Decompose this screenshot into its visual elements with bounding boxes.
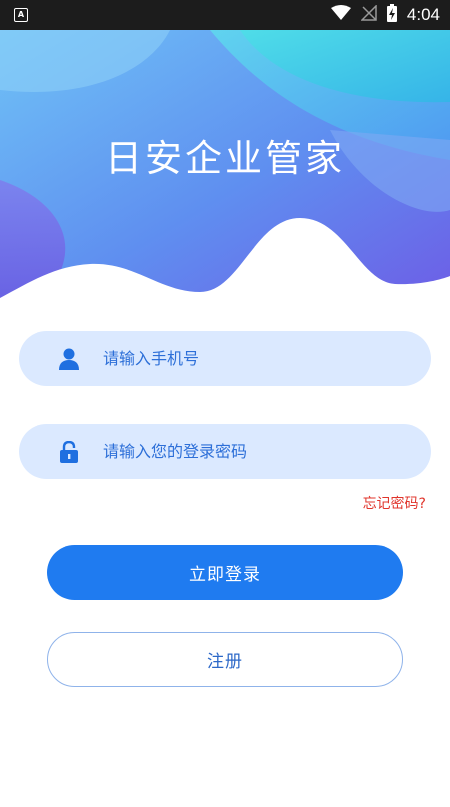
wifi-icon [330, 5, 351, 25]
password-input[interactable] [101, 441, 405, 462]
header-banner: 日安企业管家 [0, 30, 450, 300]
app-notification-icon: A [14, 8, 28, 22]
battery-charging-icon [386, 4, 397, 26]
register-button[interactable]: 注册 [47, 632, 403, 687]
phone-field[interactable] [19, 331, 431, 386]
password-field[interactable] [19, 424, 431, 479]
lock-icon [59, 440, 79, 464]
status-bar: A 4:04 [0, 0, 450, 30]
forgot-password-link[interactable]: 忘记密码? [363, 493, 426, 513]
status-time: 4:04 [406, 5, 440, 24]
login-button[interactable]: 立即登录 [47, 545, 403, 600]
phone-input[interactable] [101, 348, 405, 369]
status-indicators: 4:04 [330, 0, 440, 30]
user-icon [59, 347, 79, 371]
app-title: 日安企业管家 [105, 137, 345, 180]
signal-off-icon [360, 4, 377, 25]
